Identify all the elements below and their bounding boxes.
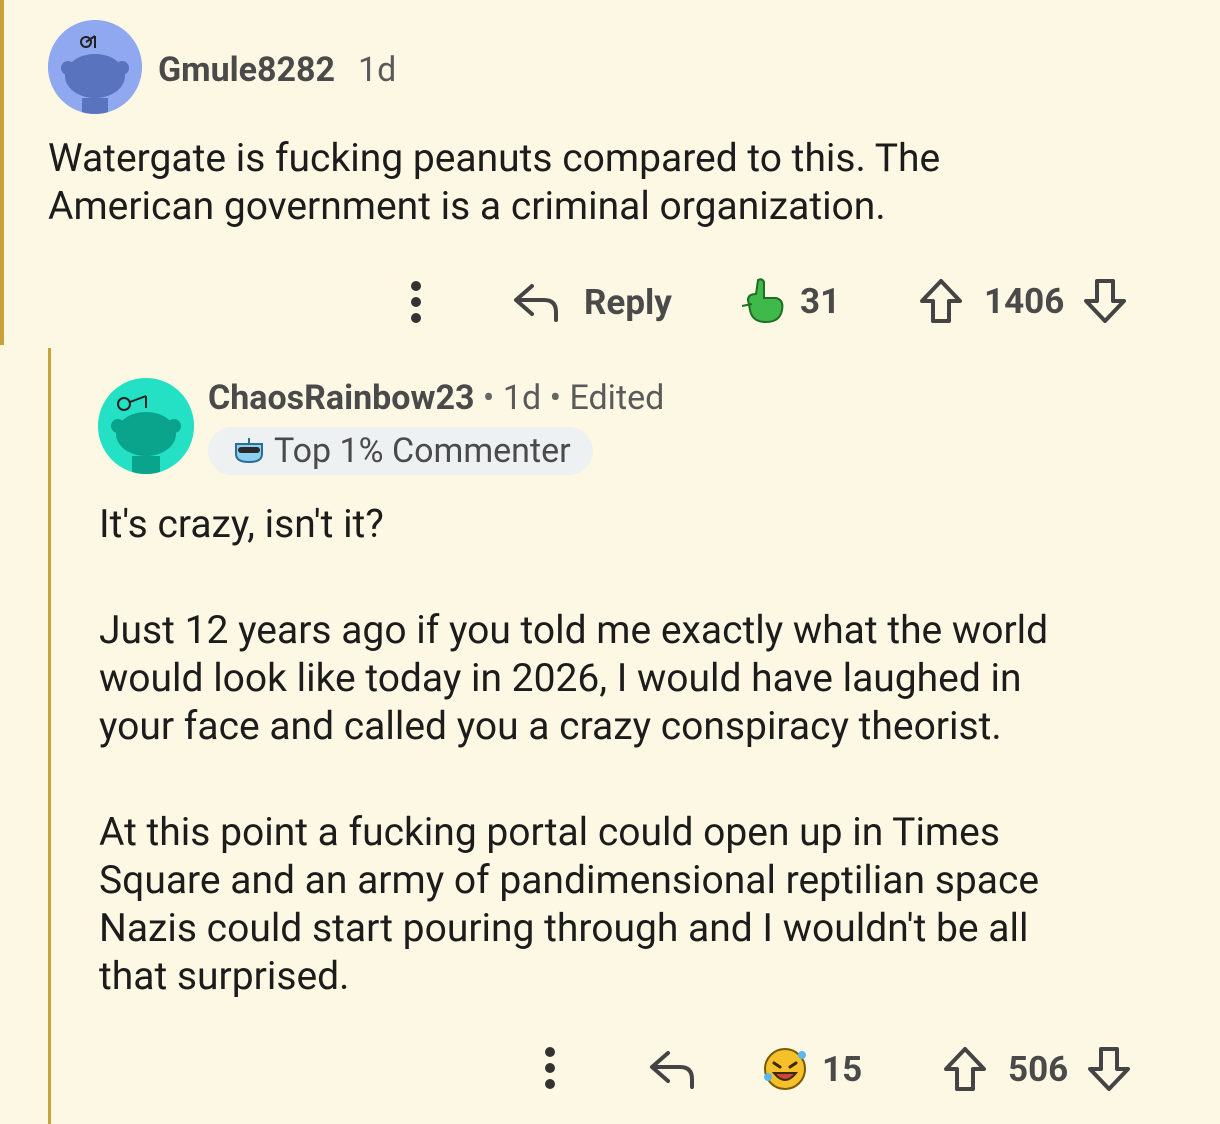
edited-label: Edited	[569, 378, 665, 418]
laughing-face-award-icon	[764, 1048, 806, 1090]
reply-age: 1d	[502, 378, 542, 418]
pointing-hand-award-icon	[741, 278, 784, 324]
snoo-icon	[98, 378, 194, 474]
sunglasses-badge-icon	[235, 438, 263, 464]
downvote-icon[interactable]	[1086, 1045, 1132, 1093]
reply-label: Reply	[584, 281, 672, 323]
reply-button[interactable]	[648, 1046, 696, 1092]
reply-meta: ChaosRainbow23 • 1d • Edited	[208, 378, 664, 418]
reply-username[interactable]: ChaosRainbow23	[208, 378, 474, 418]
reply-button[interactable]: Reply	[512, 278, 672, 326]
reply-icon	[650, 1051, 694, 1089]
thread-line	[0, 0, 4, 345]
award-count: 15	[822, 1048, 863, 1090]
downvote-icon[interactable]	[1082, 277, 1128, 325]
reply-line: that surprised.	[99, 953, 350, 999]
reply-line: your face and called you a crazy conspir…	[99, 703, 1002, 749]
upvote-icon[interactable]	[918, 277, 964, 325]
reply-icon	[514, 284, 558, 322]
reply-body: It's crazy, isn't it? Just 12 years ago …	[99, 500, 1159, 1000]
status-badge: Top 1% Commenter	[208, 427, 593, 475]
separator: •	[482, 378, 495, 418]
badge-label: Top 1% Commenter	[274, 431, 571, 471]
comment-username[interactable]: Gmule8282	[158, 50, 335, 90]
reply-line: At this point a fucking portal could ope…	[99, 809, 1000, 855]
snoo-icon	[48, 20, 142, 114]
more-options-icon	[411, 281, 421, 323]
vote-group: 506	[942, 1044, 1132, 1094]
avatar[interactable]	[98, 378, 194, 474]
more-options-icon	[545, 1047, 555, 1089]
upvote-icon[interactable]	[942, 1045, 988, 1093]
comment-line: American government is a criminal organi…	[48, 183, 886, 229]
comment-age: 1d	[358, 50, 397, 90]
avatar[interactable]	[48, 20, 142, 114]
award-button[interactable]: 31	[740, 276, 840, 326]
award-count: 31	[800, 280, 841, 322]
score: 1406	[984, 280, 1065, 322]
reply-paragraph: It's crazy, isn't it?	[99, 501, 384, 547]
reply-line: Nazis could start pouring through and I …	[99, 905, 1029, 951]
comment-line: Watergate is fucking peanuts compared to…	[48, 135, 941, 181]
award-button[interactable]: 15	[760, 1044, 862, 1094]
thread-line	[48, 348, 51, 1124]
more-options-button[interactable]	[404, 280, 428, 324]
comment-body: Watergate is fucking peanuts compared to…	[48, 134, 940, 230]
reply-line: would look like today in 2026, I would h…	[99, 655, 1022, 701]
reply-line: Square and an army of pandimensional rep…	[99, 857, 1040, 903]
separator: •	[549, 378, 562, 418]
vote-group: 1406	[918, 276, 1128, 326]
more-options-button[interactable]	[538, 1046, 562, 1090]
score: 506	[1008, 1048, 1069, 1090]
reply-line: Just 12 years ago if you told me exactly…	[99, 607, 1049, 653]
